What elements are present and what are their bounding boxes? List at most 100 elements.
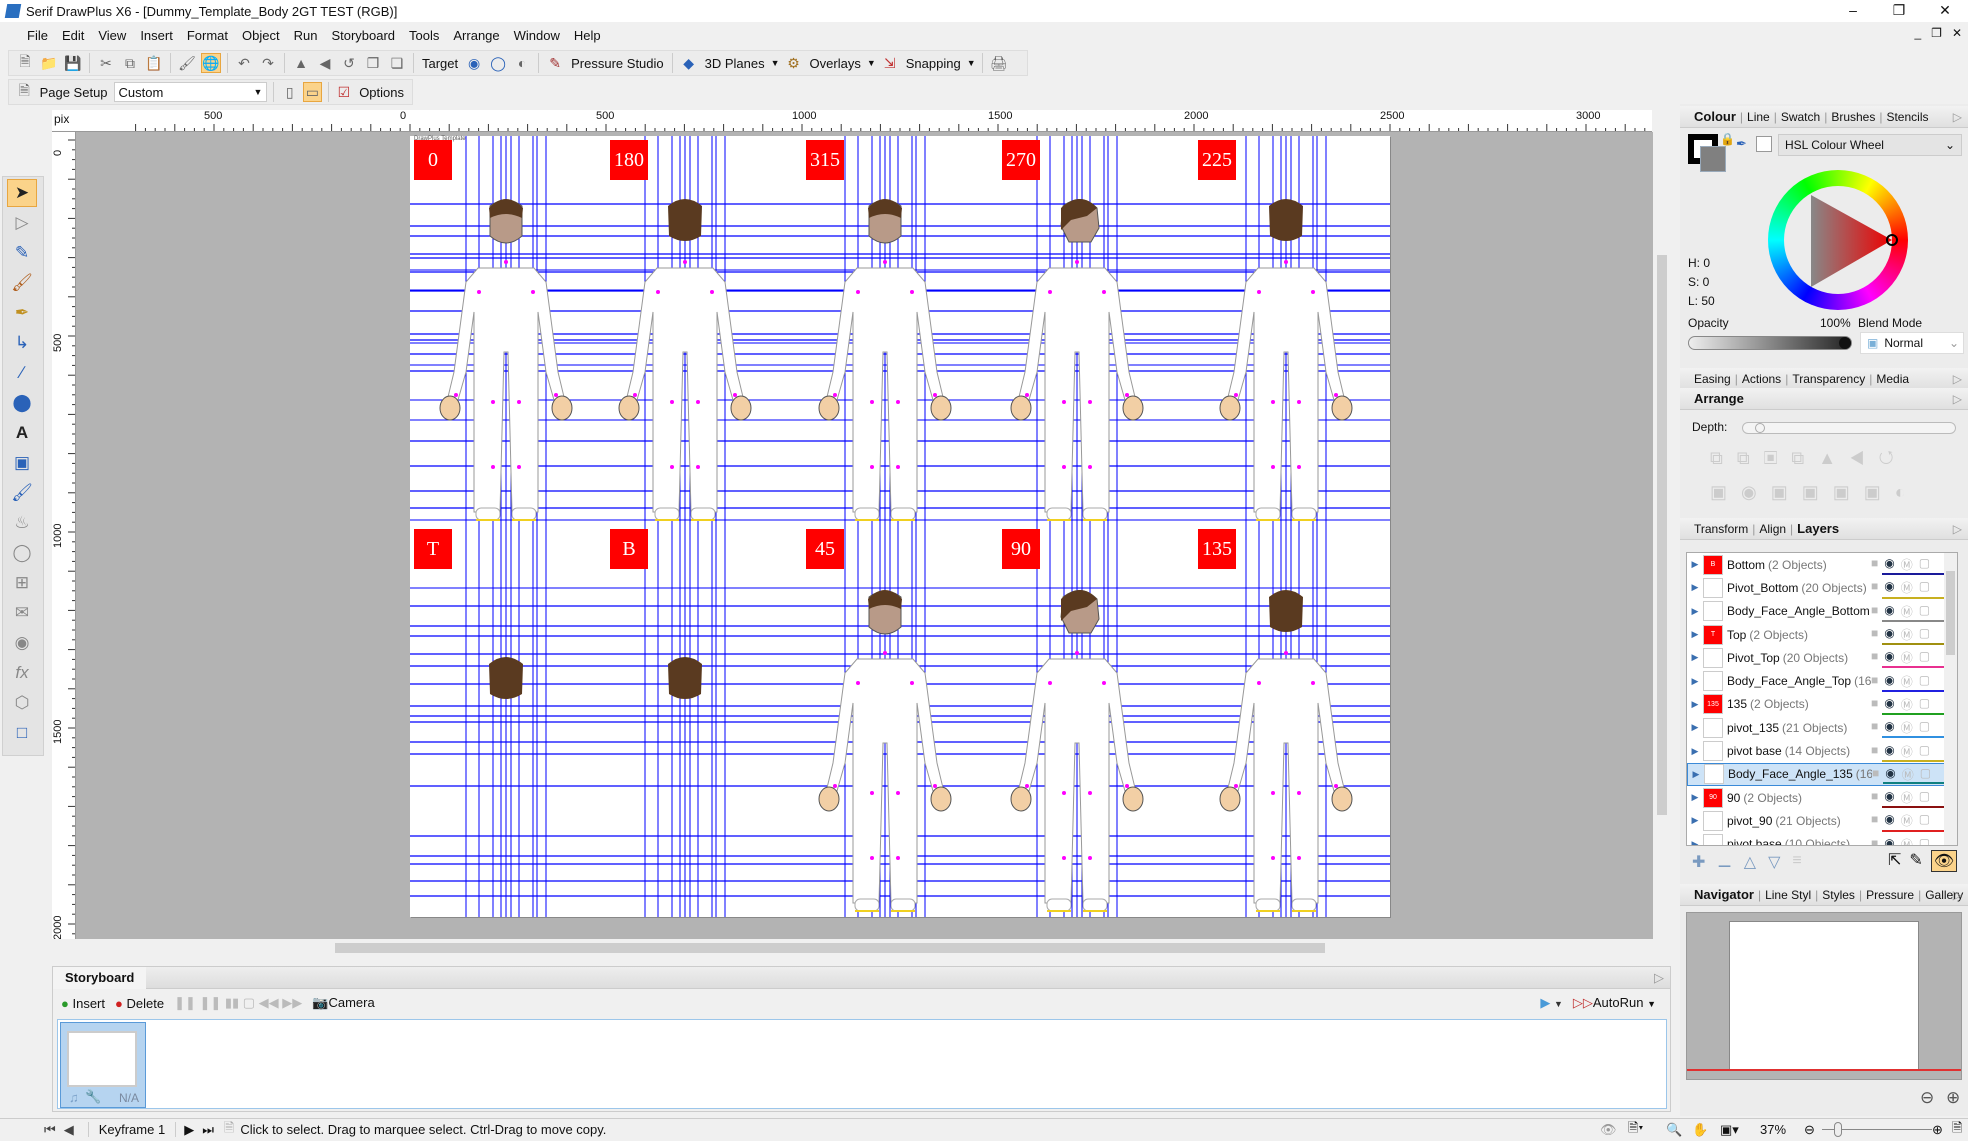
layer-select-box[interactable]: ■ xyxy=(1871,556,1878,573)
canvas-workspace[interactable]: DrawPlus Template 0 180 315 270 225 T B … xyxy=(76,132,1653,939)
lock-icon[interactable]: ▢ xyxy=(1919,626,1930,643)
zoom-slider-thumb[interactable] xyxy=(1834,1122,1842,1137)
eye-icon[interactable]: ◉ xyxy=(1884,649,1894,666)
menu-storyboard[interactable]: Storyboard xyxy=(324,28,402,43)
master-icon[interactable]: Ⓜ xyxy=(1901,579,1913,596)
doc-close-button[interactable]: ✕ xyxy=(1952,26,1962,40)
eye-icon[interactable]: ◉ xyxy=(1884,743,1894,760)
expand-triangle-icon[interactable]: ▶ xyxy=(1687,676,1703,687)
tab-transparency[interactable]: Transparency xyxy=(1792,372,1865,386)
ruler-unit[interactable]: pix xyxy=(54,112,69,126)
layer-row[interactable]: ▶ pivot base (14 Objects) ■ ◉ Ⓜ ▢ xyxy=(1687,739,1957,762)
layer-select-box[interactable]: ■ xyxy=(1872,766,1879,783)
arrange-buttons-row2[interactable]: ▣◉▣▣▣▣◐ xyxy=(1710,482,1920,503)
web-publish-icon[interactable]: 🌐 xyxy=(201,53,221,73)
tab-actions[interactable]: Actions xyxy=(1742,372,1781,386)
master-icon[interactable]: Ⓜ xyxy=(1901,673,1913,690)
camera-button[interactable]: 📷Camera xyxy=(312,995,374,1011)
crop-tool-icon[interactable]: ⊞ xyxy=(7,569,37,597)
3d-planes-icon[interactable]: ◆ xyxy=(679,53,699,73)
panel-expand-icon[interactable]: ▷ xyxy=(1654,970,1664,986)
tab-navigator[interactable]: Navigator xyxy=(1694,887,1754,902)
eye-icon[interactable]: ◉ xyxy=(1884,626,1894,643)
image-tool-icon[interactable]: ▣ xyxy=(7,449,37,477)
expand-triangle-icon[interactable]: ▶ xyxy=(1687,746,1703,757)
keyframe-indicator[interactable]: Keyframe 1 xyxy=(87,1122,177,1137)
portrait-icon[interactable]: ▯ xyxy=(280,82,299,102)
panel-menu-icon[interactable]: ▷ xyxy=(1953,522,1962,536)
layer-select-box[interactable]: ■ xyxy=(1871,812,1878,829)
move-layer-down-icon[interactable]: ▽ xyxy=(1768,852,1780,872)
opacity-slider[interactable] xyxy=(1688,336,1852,350)
expand-triangle-icon[interactable]: ▶ xyxy=(1687,815,1703,826)
angle-label[interactable]: 225 xyxy=(1198,140,1236,180)
opacity-slider-thumb[interactable] xyxy=(1839,337,1851,349)
layer-select-box[interactable]: ■ xyxy=(1871,673,1878,690)
preview-play-button[interactable]: ▶ ▼ xyxy=(1540,995,1563,1011)
view-icon[interactable]: 👁 xyxy=(1600,1122,1617,1138)
master-icon[interactable]: Ⓜ xyxy=(1901,603,1913,620)
eye-icon[interactable]: ◉ xyxy=(1884,836,1894,845)
storyboard-tab[interactable]: Storyboard xyxy=(53,967,147,989)
horizontal-scroll-thumb[interactable] xyxy=(335,943,1325,953)
depth-slider[interactable] xyxy=(1742,422,1956,434)
expand-triangle-icon[interactable]: ▶ xyxy=(1687,582,1703,593)
vertical-ruler[interactable]: 0 500 1000 1500 2000 xyxy=(52,132,76,939)
layer-row[interactable]: ▶ Pivot_Top (20 Objects) ■ ◉ Ⓜ ▢ xyxy=(1687,646,1957,669)
master-icon[interactable]: Ⓜ xyxy=(1901,649,1913,666)
minimize-button[interactable]: – xyxy=(1830,0,1876,20)
navigator-zoom-in[interactable]: ⊕ xyxy=(1946,1088,1960,1108)
target-shape-3-icon[interactable]: ◐ xyxy=(512,53,532,73)
angle-label[interactable]: 0 xyxy=(414,140,452,180)
edit-layer-icon[interactable]: ✎ xyxy=(1909,850,1922,872)
menu-help[interactable]: Help xyxy=(567,28,608,43)
add-layer-icon[interactable]: ✚ xyxy=(1692,852,1705,872)
paste-icon[interactable]: 📋 xyxy=(144,53,164,73)
horizontal-scrollbar[interactable] xyxy=(52,939,1671,957)
next-frame-button[interactable]: ▶ xyxy=(184,1122,194,1138)
layer-select-box[interactable]: ■ xyxy=(1871,743,1878,760)
pressure-studio-button[interactable]: Pressure Studio xyxy=(569,56,666,71)
connector-tool-icon[interactable]: ↳ xyxy=(7,329,37,357)
eye-icon[interactable]: ◉ xyxy=(1884,579,1894,596)
overlays-button[interactable]: Overlays xyxy=(808,56,863,71)
arrange-tab[interactable]: Arrange xyxy=(1694,391,1744,406)
angle-label[interactable]: 270 xyxy=(1002,140,1040,180)
panel-menu-icon[interactable]: ▷ xyxy=(1953,372,1962,386)
layers-scrollbar[interactable] xyxy=(1944,553,1957,845)
bring-forward-icon[interactable]: ❐ xyxy=(363,53,383,73)
tab-colour[interactable]: Colour xyxy=(1694,109,1736,124)
tab-line-styl[interactable]: Line Styl xyxy=(1765,888,1811,902)
navigator-zoom-out[interactable]: ⊖ xyxy=(1920,1088,1934,1108)
panel-menu-icon[interactable]: ▷ xyxy=(1953,888,1962,902)
pen-tool-icon[interactable]: ✒ xyxy=(7,299,37,327)
brush-tool-icon[interactable]: 🖌 xyxy=(7,269,37,297)
layer-row[interactable]: ▶ 135 135 (2 Objects) ■ ◉ Ⓜ ▢ xyxy=(1687,693,1957,716)
new-icon[interactable]: 🗎 xyxy=(15,53,35,73)
line-tool-icon[interactable]: ∕ xyxy=(7,359,37,387)
page-preview-icon[interactable]: 🗎▾ xyxy=(1628,1119,1643,1141)
hand-tool-icon[interactable]: ✋ xyxy=(1692,1122,1708,1138)
print-icon[interactable]: 🖨 xyxy=(989,53,1009,73)
fit-page-icon[interactable]: 🗎 xyxy=(1952,1119,1962,1141)
layers-scroll-thumb[interactable] xyxy=(1946,571,1955,655)
send-back-icon[interactable]: ❏ xyxy=(387,53,407,73)
zoom-level[interactable]: 37% xyxy=(1760,1122,1786,1137)
prev-frame-button[interactable]: ◀ xyxy=(64,1122,74,1138)
shape-tool-icon[interactable]: ⬤ xyxy=(7,389,37,417)
page-setup-button[interactable]: Page Setup xyxy=(38,85,110,100)
master-icon[interactable]: Ⓜ xyxy=(1901,556,1913,573)
frame-duration[interactable]: N/A xyxy=(119,1091,139,1105)
layer-row[interactable]: ▶ pivot_90 (21 Objects) ■ ◉ Ⓜ ▢ xyxy=(1687,809,1957,832)
layer-view-icon[interactable]: 👁 xyxy=(1930,850,1958,872)
master-icon[interactable]: Ⓜ xyxy=(1902,766,1914,783)
navigator-view-rect[interactable] xyxy=(1687,1069,1961,1071)
angle-label[interactable]: 90 xyxy=(1002,529,1040,569)
colour-mode-dropdown[interactable]: HSL Colour Wheel ⌄ xyxy=(1778,134,1962,156)
tab-swatch[interactable]: Swatch xyxy=(1781,110,1820,124)
no-colour-swatch[interactable] xyxy=(1756,136,1772,152)
rotate-icon[interactable]: ↺ xyxy=(339,53,359,73)
angle-label[interactable]: 180 xyxy=(610,140,648,180)
first-frame-button[interactable]: ⏮ xyxy=(44,1122,56,1138)
save-icon[interactable]: 💾 xyxy=(63,53,83,73)
